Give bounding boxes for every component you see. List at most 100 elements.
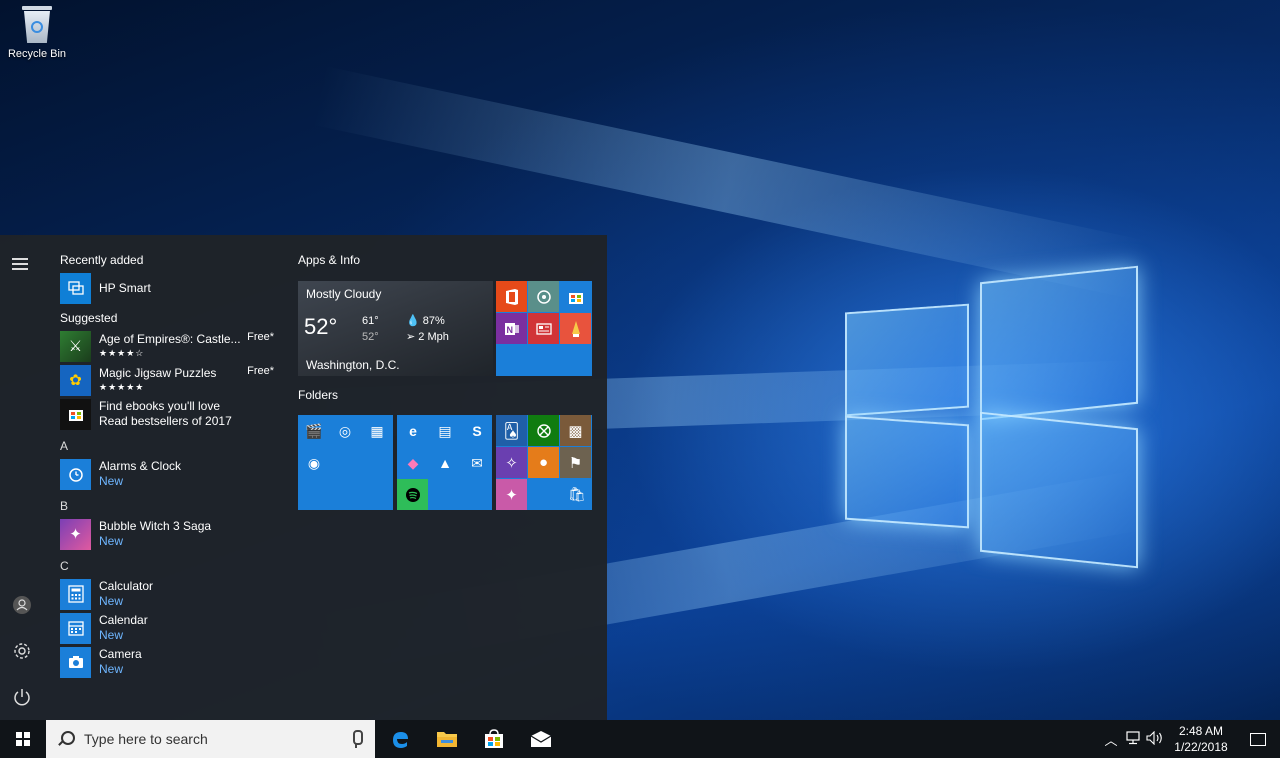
app-name: Bubble Witch 3 Saga: [99, 519, 212, 533]
weather-humidity: 87%: [422, 315, 445, 327]
taskbar-mail-button[interactable]: [518, 720, 564, 758]
weather-high-low: 61° 52°: [362, 313, 379, 345]
new-badge: New: [99, 628, 124, 642]
recycle-bin[interactable]: Recycle Bin: [6, 4, 68, 60]
wind-icon: ➢: [406, 331, 416, 343]
start-menu: Recently added HP Smart Suggested ⚔ Age …: [0, 235, 607, 720]
calculator-icon: [60, 578, 91, 610]
svg-text:N: N: [506, 325, 513, 335]
app-name: HP Smart: [99, 280, 151, 295]
volume-icon[interactable]: [1144, 730, 1166, 748]
weather-tile[interactable]: Mostly Cloudy 52° 61° 52° 💧 87% ➢ 2 Mph …: [298, 281, 493, 376]
camera-icon: [60, 646, 91, 678]
app-bubble-witch[interactable]: ✦ Bubble Witch 3 Saga New: [60, 517, 280, 551]
new-badge: New: [99, 534, 124, 548]
price-label: Free*: [247, 365, 274, 377]
app-calculator[interactable]: Calculator New: [60, 577, 280, 611]
movies-tv-icon: 🎬: [305, 422, 323, 439]
candy-crush-icon: ●: [528, 447, 559, 478]
tiles-area: Apps & Info Mostly Cloudy 52° 61° 52° 💧 …: [298, 253, 592, 510]
solitaire-icon: 🂡: [496, 415, 527, 446]
logo-pane: [845, 304, 969, 417]
action-center-button[interactable]: [1236, 720, 1280, 758]
office-icon[interactable]: [496, 281, 527, 312]
webcam-icon: ◉: [307, 454, 321, 471]
app-camera[interactable]: Camera New: [60, 645, 280, 679]
price-label: Free*: [247, 331, 274, 343]
hp-smart-icon: [60, 272, 91, 304]
suggested-app[interactable]: ⚔ Age of Empires®: Castle... ★★★★☆ Free*: [60, 329, 280, 363]
onenote-icon[interactable]: N: [496, 313, 527, 344]
app-name: Camera: [99, 647, 142, 661]
network-icon[interactable]: [1122, 730, 1144, 748]
news-icon[interactable]: [528, 313, 559, 344]
march-of-empires-icon: ⚑: [560, 447, 591, 478]
search-box[interactable]: [46, 720, 375, 758]
recycle-bin-icon: [20, 4, 54, 44]
section-letter-c[interactable]: C: [60, 559, 280, 577]
weather-condition: Mostly Cloudy: [306, 287, 382, 301]
rating-stars: ★★★★☆: [99, 348, 145, 358]
clock[interactable]: 2:48 AM 1/22/2018: [1166, 723, 1236, 755]
app-calendar[interactable]: Calendar New: [60, 611, 280, 645]
taskbar-edge-button[interactable]: [377, 720, 423, 758]
search-input[interactable]: [84, 731, 344, 747]
calendar-icon: ▤: [438, 422, 452, 439]
suggested-app[interactable]: ✿ Magic Jigsaw Puzzles ★★★★★ Free*: [60, 363, 280, 397]
weather-city: Washington, D.C.: [306, 358, 400, 372]
logo-pane: [845, 415, 969, 529]
app-name: Magic Jigsaw Puzzles: [99, 366, 217, 380]
new-badge: New: [99, 594, 124, 608]
app-name: Find ebooks you'll love: [99, 399, 221, 413]
chevron-up-icon[interactable]: ︿: [1100, 730, 1122, 749]
new-badge: New: [99, 662, 124, 676]
taskbar-file-explorer-button[interactable]: [424, 720, 470, 758]
suggested-header: Suggested: [60, 311, 118, 325]
app-name: Calendar: [99, 613, 148, 627]
start-rail: [0, 235, 46, 720]
humidity-icon: 💧: [406, 315, 420, 327]
suggested-app[interactable]: Find ebooks you'll love Read bestsellers…: [60, 397, 280, 431]
section-letter-a[interactable]: A: [60, 439, 280, 457]
power-icon[interactable]: [12, 687, 34, 709]
section-letter-b[interactable]: B: [60, 499, 280, 517]
onenote-web-icon[interactable]: [528, 281, 559, 312]
logo-pane: [980, 265, 1138, 421]
skype-icon: S: [472, 423, 482, 439]
folder-icon: [437, 732, 457, 747]
bubble-witch-icon: ✦: [60, 518, 91, 550]
settings-gear-icon[interactable]: [12, 641, 34, 663]
edge-icon: e: [409, 423, 417, 439]
microphone-icon[interactable]: [351, 730, 363, 748]
age-of-empires-icon: ⚔: [60, 330, 91, 362]
clock-time: 2:48 AM: [1178, 724, 1224, 738]
app-hp-smart[interactable]: HP Smart: [60, 271, 280, 305]
weather-wind: 2 Mph: [418, 331, 449, 343]
search-icon: [58, 731, 75, 747]
tile-group-apps-info[interactable]: Apps & Info: [298, 253, 360, 271]
start-button[interactable]: [0, 720, 46, 758]
app-name: Alarms & Clock: [99, 459, 182, 473]
app-name: Calculator: [99, 579, 154, 593]
taskbar: ︿ 2:48 AM 1/22/2018: [0, 720, 1280, 758]
mail-icon: [530, 731, 552, 747]
weather-low: 52°: [362, 331, 379, 343]
new-badge: New: [99, 474, 124, 488]
store-icon: 🛍: [568, 485, 586, 502]
system-tray: ︿ 2:48 AM 1/22/2018: [1100, 720, 1280, 758]
mail-icon: ✉: [471, 454, 483, 471]
hamburger-menu-icon[interactable]: [12, 255, 34, 277]
app-alarms-clock[interactable]: Alarms & Clock New: [60, 457, 280, 491]
tile-group-folders[interactable]: Folders: [298, 388, 398, 406]
app-subtitle: Read bestsellers of 2017: [99, 414, 232, 428]
store-tile-icon[interactable]: [560, 281, 591, 312]
app-list: Recently added HP Smart Suggested ⚔ Age …: [60, 253, 280, 679]
taskbar-store-button[interactable]: [471, 720, 517, 758]
groove-music-icon: ◎: [338, 422, 352, 439]
disney-magic-kingdoms-icon: ✧: [496, 447, 527, 478]
paint-3d-icon[interactable]: [560, 313, 591, 344]
jigsaw-icon: ✿: [60, 364, 91, 396]
user-account-icon[interactable]: [12, 595, 34, 617]
weather-high: 61°: [362, 315, 379, 327]
spotify-icon: [397, 479, 428, 510]
